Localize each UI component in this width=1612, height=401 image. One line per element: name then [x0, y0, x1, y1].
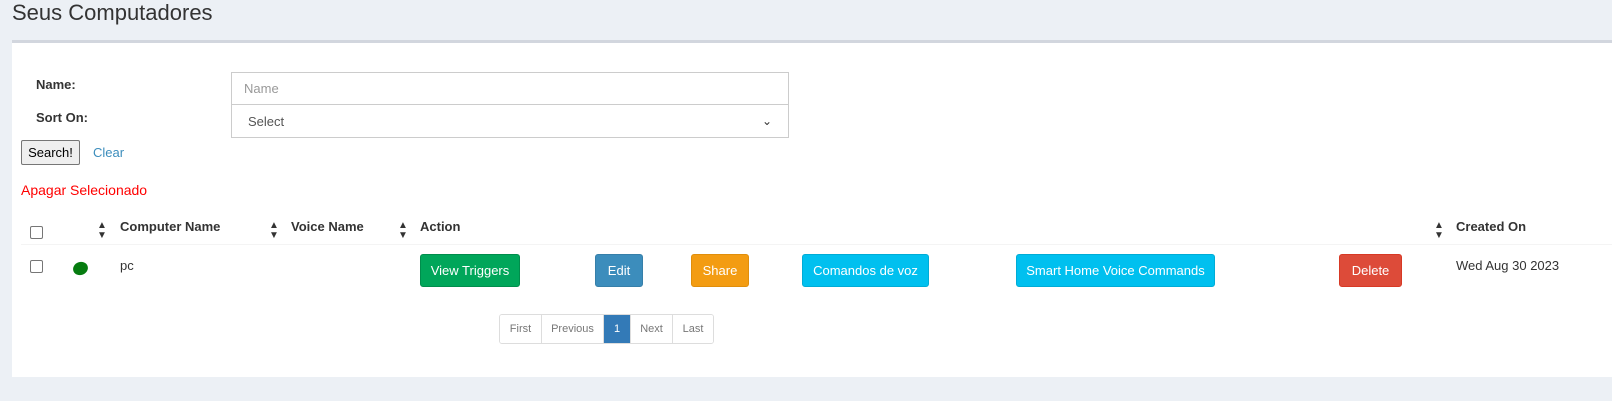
computer-name-cell: pc — [120, 258, 134, 273]
sort-icon[interactable]: ▲ ▼ — [1434, 221, 1444, 241]
smart-home-voice-commands-button[interactable]: Smart Home Voice Commands — [1016, 254, 1215, 287]
view-triggers-button[interactable]: View Triggers — [420, 254, 520, 287]
voice-commands-button[interactable]: Comandos de voz — [802, 254, 929, 287]
header-voice-name[interactable]: Voice Name — [291, 219, 364, 234]
created-on-cell: Wed Aug 30 2023 — [1456, 258, 1560, 273]
pagination: First Previous 1 Next Last — [499, 314, 714, 344]
pagination-previous[interactable]: Previous — [542, 315, 604, 343]
clear-link[interactable]: Clear — [93, 145, 124, 160]
header-created-on[interactable]: Created On — [1456, 219, 1526, 234]
header-divider — [21, 244, 1612, 245]
sort-icon[interactable]: ▲ ▼ — [97, 221, 107, 241]
name-filter-label: Name: — [36, 77, 76, 92]
sort-on-select[interactable]: Select ⌄ — [231, 104, 789, 138]
sort-icon[interactable]: ▲ ▼ — [398, 221, 408, 241]
edit-button[interactable]: Edit — [595, 254, 643, 287]
row-checkbox[interactable] — [30, 260, 43, 273]
pagination-last[interactable]: Last — [673, 315, 713, 343]
header-action: Action — [420, 219, 461, 234]
select-all-checkbox[interactable] — [30, 226, 43, 239]
computers-panel: Name: Sort On: Select ⌄ Search! Clear Ap… — [12, 40, 1612, 377]
search-button[interactable]: Search! — [21, 140, 80, 165]
name-filter-input[interactable] — [231, 72, 789, 105]
sort-icon[interactable]: ▲ ▼ — [269, 221, 279, 241]
pagination-next[interactable]: Next — [631, 315, 673, 343]
pagination-page-1[interactable]: 1 — [604, 315, 631, 343]
header-computer-name[interactable]: Computer Name — [120, 219, 220, 234]
chevron-down-icon: ⌄ — [761, 114, 772, 128]
share-button[interactable]: Share — [691, 254, 749, 287]
sort-on-value: Select — [248, 113, 285, 129]
page-title: Seus Computadores — [12, 0, 213, 25]
delete-selected-link[interactable]: Apagar Selecionado — [21, 182, 147, 198]
status-indicator-icon — [71, 259, 90, 278]
pagination-first[interactable]: First — [500, 315, 542, 343]
delete-button[interactable]: Delete — [1339, 254, 1402, 287]
sort-on-label: Sort On: — [36, 110, 88, 125]
